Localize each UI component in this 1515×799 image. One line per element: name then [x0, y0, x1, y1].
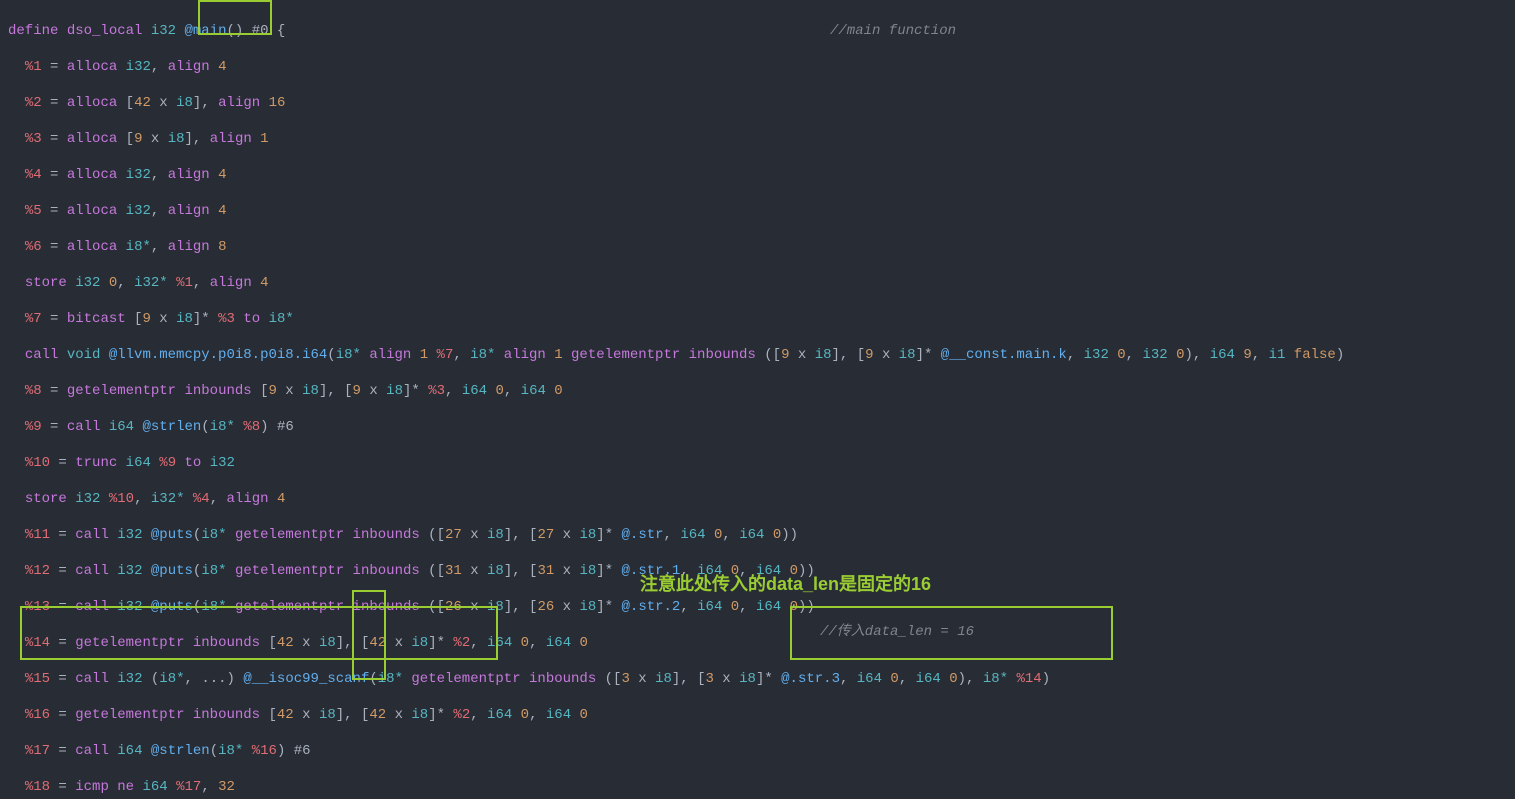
code-line: %1 = alloca i32, align 4 — [8, 58, 1515, 76]
code-line: %2 = alloca [42 x i8], align 16 — [8, 94, 1515, 112]
code-line: %18 = icmp ne i64 %17, 32 — [8, 778, 1515, 796]
comment-data-len-16: //传入data_len = 16 — [820, 623, 974, 641]
code-area: define dso_local i32 @main() #0 {//main … — [0, 0, 1515, 799]
code-line: store i32 %10, i32* %4, align 4 — [8, 490, 1515, 508]
code-line: store i32 0, i32* %1, align 4 — [8, 274, 1515, 292]
code-line: %9 = call i64 @strlen(i8* %8) #6 — [8, 418, 1515, 436]
code-line: %7 = bitcast [9 x i8]* %3 to i8* — [8, 310, 1515, 328]
code-line: %15 = call i32 (i8*, ...) @__isoc99_scan… — [8, 670, 1515, 688]
code-line: call void @llvm.memcpy.p0i8.p0i8.i64(i8*… — [8, 346, 1515, 364]
code-line: %14 = getelementptr inbounds [42 x i8], … — [8, 634, 1515, 652]
code-line: define dso_local i32 @main() #0 {//main … — [8, 22, 1515, 40]
code-line: %12 = call i32 @puts(i8* getelementptr i… — [8, 562, 1515, 580]
code-line: %8 = getelementptr inbounds [9 x i8], [9… — [8, 382, 1515, 400]
code-line: %11 = call i32 @puts(i8* getelementptr i… — [8, 526, 1515, 544]
code-line: %17 = call i64 @strlen(i8* %16) #6 — [8, 742, 1515, 760]
code-line: %5 = alloca i32, align 4 — [8, 202, 1515, 220]
code-line: %13 = call i32 @puts(i8* getelementptr i… — [8, 598, 1515, 616]
code-line: %16 = getelementptr inbounds [42 x i8], … — [8, 706, 1515, 724]
comment-main: //main function — [830, 22, 956, 40]
code-line: %10 = trunc i64 %9 to i32 — [8, 454, 1515, 472]
main-fn-symbol: @main — [184, 23, 226, 39]
code-line: %4 = alloca i32, align 4 — [8, 166, 1515, 184]
code-line: %3 = alloca [9 x i8], align 1 — [8, 130, 1515, 148]
code-line: %6 = alloca i8*, align 8 — [8, 238, 1515, 256]
